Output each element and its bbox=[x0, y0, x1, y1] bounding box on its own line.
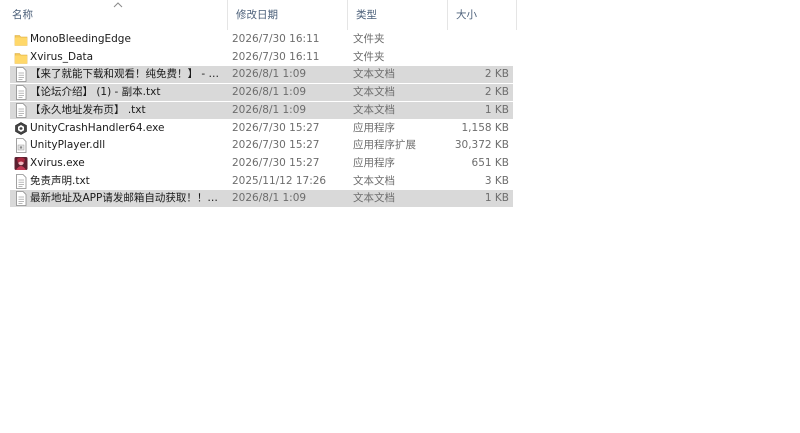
file-modified-date: 2026/8/1 1:09 bbox=[232, 103, 307, 116]
file-modified-date: 2026/8/1 1:09 bbox=[232, 86, 307, 99]
file-name: MonoBleedingEdge bbox=[30, 33, 131, 45]
file-row[interactable]: MonoBleedingEdge 2026/7/30 16:11 文件夹 bbox=[10, 31, 513, 48]
dll-file-icon bbox=[14, 138, 28, 154]
file-row[interactable]: 【来了就能下载和观看！纯免费！】 - 副... 2026/8/1 1:09 文本文档… bbox=[10, 66, 513, 84]
file-name: UnityPlayer.dll bbox=[30, 139, 106, 152]
column-header-bar: 名称 修改日期 类型 大小 bbox=[0, 0, 800, 30]
file-row[interactable]: Xvirus.exe 2026/7/30 15:27 应用程序 651 KB bbox=[10, 155, 513, 172]
text-file-icon bbox=[14, 85, 28, 100]
file-name: UnityCrashHandler64.exe bbox=[30, 121, 165, 134]
file-size: 651 KB bbox=[471, 156, 509, 169]
text-file-icon bbox=[14, 173, 28, 189]
file-row[interactable]: 最新地址及APP请发邮箱自动获取！！！... 2026/8/1 1:09 文本文档 1… bbox=[10, 190, 513, 208]
file-type: 文本文档 bbox=[353, 192, 395, 205]
column-header-size[interactable]: 大小 bbox=[447, 0, 517, 30]
text-file-icon bbox=[14, 67, 28, 83]
file-type: 应用程序 bbox=[353, 156, 395, 169]
file-modified-date: 2025/11/12 17:26 bbox=[232, 174, 327, 187]
file-size: 3 KB bbox=[484, 174, 509, 187]
column-divider[interactable] bbox=[516, 0, 517, 30]
file-type: 文本文档 bbox=[353, 174, 395, 187]
file-type: 应用程序 bbox=[353, 121, 395, 134]
file-modified-date: 2026/7/30 15:27 bbox=[232, 139, 320, 152]
file-type: 应用程序扩展 bbox=[353, 139, 416, 152]
file-modified-date: 2026/7/30 16:11 bbox=[232, 33, 320, 45]
file-type: 文本文档 bbox=[353, 86, 395, 99]
file-name: 最新地址及APP请发邮箱自动获取！！！... bbox=[30, 192, 225, 205]
folder-icon bbox=[14, 50, 28, 65]
file-name: 免责声明.txt bbox=[30, 174, 90, 187]
file-name: 【永久地址发布页】 .txt bbox=[30, 103, 146, 116]
file-size: 30,372 KB bbox=[454, 139, 509, 152]
file-name: 【来了就能下载和观看！纯免费！】 - 副... bbox=[30, 68, 225, 81]
file-type: 文本文档 bbox=[353, 103, 395, 116]
game-app-icon bbox=[14, 156, 28, 171]
file-row[interactable]: 【论坛介绍】 (1) - 副本.txt 2026/8/1 1:09 文本文档 2 KB bbox=[10, 84, 513, 102]
file-row[interactable]: Xvirus_Data 2026/7/30 16:11 文件夹 bbox=[10, 49, 513, 66]
file-modified-date: 2026/7/30 15:27 bbox=[232, 156, 320, 169]
file-type: 文件夹 bbox=[353, 33, 385, 45]
file-size: 1,158 KB bbox=[461, 121, 510, 134]
file-size: 2 KB bbox=[484, 68, 509, 81]
file-modified-date: 2026/7/30 15:27 bbox=[232, 121, 320, 134]
file-modified-date: 2026/8/1 1:09 bbox=[232, 192, 307, 205]
file-size: 2 KB bbox=[484, 86, 509, 99]
text-file-icon bbox=[14, 191, 28, 207]
column-header-modified[interactable]: 修改日期 bbox=[227, 0, 347, 30]
file-modified-date: 2026/8/1 1:09 bbox=[232, 68, 307, 81]
file-row[interactable]: 免责声明.txt 2025/11/12 17:26 文本文档 3 KB bbox=[10, 173, 513, 190]
folder-icon bbox=[14, 32, 28, 47]
unity-app-icon bbox=[14, 121, 28, 136]
file-row[interactable]: 【永久地址发布页】 .txt 2026/8/1 1:09 文本文档 1 KB bbox=[10, 101, 513, 119]
file-name: Xvirus.exe bbox=[30, 156, 85, 169]
file-type: 文件夹 bbox=[353, 50, 385, 63]
column-header-type[interactable]: 类型 bbox=[347, 0, 447, 30]
file-row[interactable]: UnityCrashHandler64.exe 2026/7/30 15:27 应用… bbox=[10, 120, 513, 137]
file-size: 1 KB bbox=[484, 192, 509, 205]
file-name: 【论坛介绍】 (1) - 副本.txt bbox=[30, 86, 161, 99]
file-size: 1 KB bbox=[484, 103, 509, 116]
file-row[interactable]: UnityPlayer.dll 2026/7/30 15:27 应用程序扩展 30,3… bbox=[10, 137, 513, 154]
text-file-icon bbox=[14, 102, 28, 118]
file-modified-date: 2026/7/30 16:11 bbox=[232, 50, 320, 63]
file-type: 文本文档 bbox=[353, 68, 395, 81]
file-name: Xvirus_Data bbox=[30, 50, 94, 63]
sort-ascending-icon bbox=[112, 0, 124, 10]
